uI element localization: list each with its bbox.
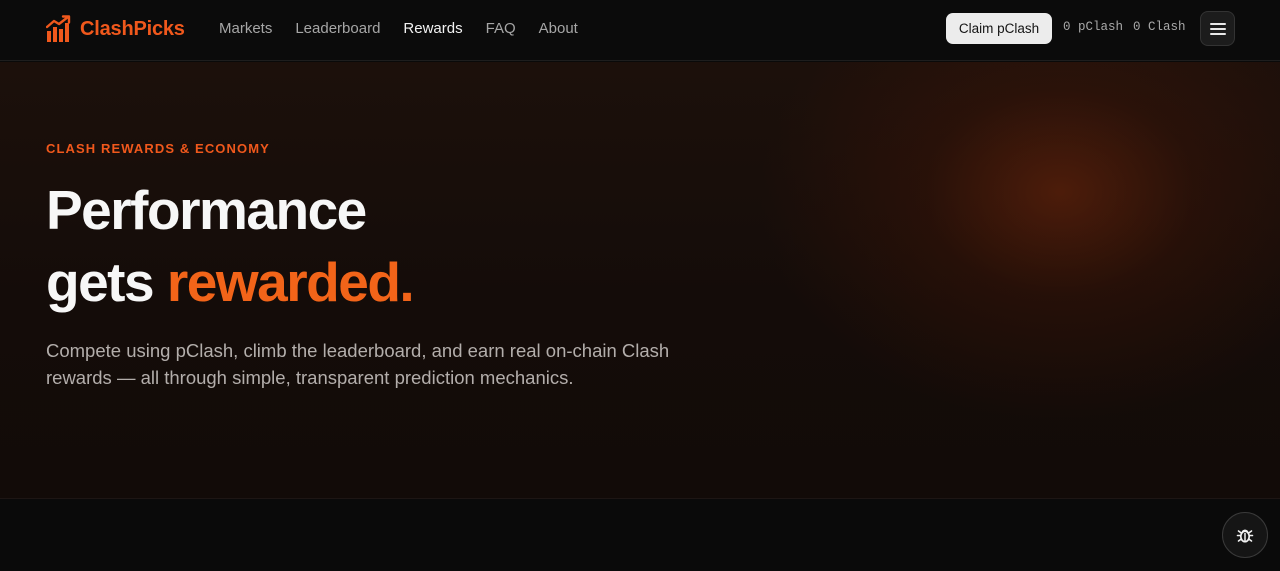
headline-line-2-prefix: gets bbox=[46, 251, 155, 313]
main-nav: Markets Leaderboard Rewards FAQ About bbox=[219, 0, 601, 57]
brand-logo-link[interactable]: ClashPicks bbox=[46, 14, 185, 44]
hero-headline: Performance gets rewarded. bbox=[46, 174, 415, 318]
clash-balance: 0 Clash bbox=[1133, 20, 1186, 34]
brand-name: ClashPicks bbox=[80, 17, 185, 40]
nav-item-faq[interactable]: FAQ bbox=[486, 20, 516, 37]
claim-pclash-button[interactable]: Claim pClash bbox=[946, 13, 1052, 44]
top-navbar: ClashPicks Markets Leaderboard Rewards F… bbox=[0, 0, 1280, 61]
headline-line-1: Performance bbox=[46, 179, 367, 241]
bug-report-button[interactable] bbox=[1222, 512, 1268, 558]
menu-button[interactable] bbox=[1200, 11, 1235, 46]
hero-description: Compete using pClash, climb the leaderbo… bbox=[46, 340, 670, 388]
hero-section: CLASH REWARDS & ECONOMY Performance gets… bbox=[0, 62, 1280, 499]
bug-report-icon bbox=[1236, 529, 1254, 543]
nav-item-about[interactable]: About bbox=[539, 20, 578, 37]
headline-accent: rewarded. bbox=[166, 251, 415, 313]
nav-item-leaderboard[interactable]: Leaderboard bbox=[295, 20, 380, 37]
nav-item-rewards[interactable]: Rewards bbox=[403, 20, 462, 37]
pclash-balance: 0 pClash bbox=[1063, 20, 1124, 34]
hero-eyebrow: CLASH REWARDS & ECONOMY bbox=[46, 141, 270, 156]
hamburger-menu-icon bbox=[1209, 22, 1226, 35]
nav-item-markets[interactable]: Markets bbox=[219, 20, 272, 37]
bar-chart-trend-icon bbox=[46, 15, 71, 42]
